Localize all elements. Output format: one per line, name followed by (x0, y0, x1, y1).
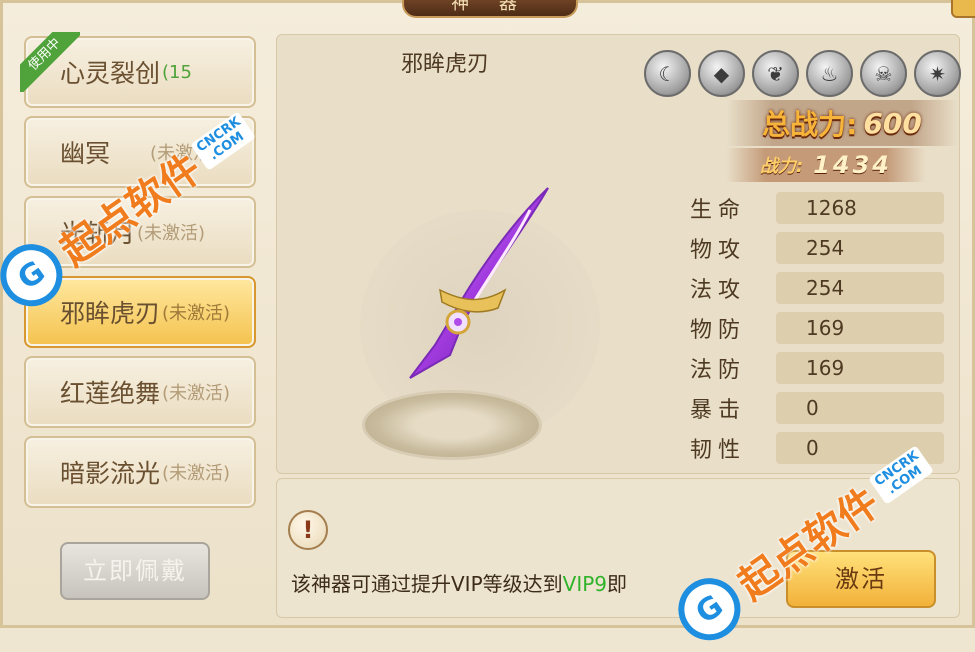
weapon-status: (未激活) (162, 383, 231, 404)
hint-suffix: 即 (607, 572, 628, 596)
weapon-title: 邪眸虎刃 (401, 52, 490, 77)
stat-row-physical-attack: 物攻 254 (690, 231, 944, 265)
weapon-list-item-4[interactable]: 邪眸虎刃 (未激活) (24, 276, 256, 348)
moon-element-icon[interactable]: ☾ (644, 50, 691, 97)
wear-now-button[interactable]: 立即佩戴 (60, 542, 210, 600)
dragon-element-icon[interactable]: ❦ (752, 50, 799, 97)
window-title: 神 器 (402, 0, 578, 18)
stat-label: 韧性 (690, 438, 747, 463)
activation-hint: 该神器可通过提升VIP等级达到VIP9即 (291, 568, 627, 597)
warning-icon: ! (288, 510, 328, 550)
in-use-badge: 使用中 (20, 32, 80, 92)
weapon-status: (未激活) (137, 223, 206, 244)
stat-label: 暴击 (690, 398, 747, 423)
stat-value: 169 (776, 312, 944, 344)
stat-label: 法攻 (690, 278, 747, 303)
weapon-status: (15 (162, 61, 192, 83)
stat-value: 0 (776, 432, 944, 464)
total-power-value: 600 (863, 106, 922, 140)
fire-element-icon[interactable]: ♨ (806, 50, 853, 97)
stat-value: 254 (776, 272, 944, 304)
stat-label: 法防 (690, 358, 747, 383)
stat-row-hp: 生命 1268 (690, 191, 944, 225)
weapon-list-item-2[interactable]: 幽冥 (未激活) (24, 116, 256, 188)
weapon-name: 红莲绝舞 (60, 379, 161, 408)
weapon-list-item-6[interactable]: 暗影流光 (未激活) (24, 436, 256, 508)
weapon-list-item-3[interactable]: 光斩月 (未激活) (24, 196, 256, 268)
stat-label: 物防 (690, 318, 747, 343)
beast-element-icon[interactable]: ✷ (914, 50, 961, 97)
crystal-element-icon[interactable]: ◆ (698, 50, 745, 97)
weapon-status: (未激活) (150, 143, 219, 164)
weapon-artwork-icon (409, 187, 549, 379)
weapon-status: (未激活) (162, 303, 231, 324)
stat-label: 物攻 (690, 238, 747, 263)
demon-mask-element-icon[interactable]: ☠ (860, 50, 907, 97)
weapon-name: 暗影流光 (60, 459, 161, 488)
stat-value: 1268 (776, 192, 944, 224)
stat-row-critical: 暴击 0 (690, 391, 944, 425)
weapon-name: 光斩月 (60, 219, 136, 248)
weapon-list-item-5[interactable]: 红莲绝舞 (未激活) (24, 356, 256, 428)
total-power-label: 总战力: (762, 108, 858, 141)
stat-value: 0 (776, 392, 944, 424)
stat-value: 169 (776, 352, 944, 384)
close-button[interactable] (951, 0, 975, 18)
total-power: 总战力: 600 (726, 100, 958, 146)
element-icons: ☾ ◆ ❦ ♨ ☠ ✷ (644, 50, 961, 97)
stat-value: 254 (776, 232, 944, 264)
weapon-status: (未激活) (162, 463, 231, 484)
power-value: 1434 (813, 151, 892, 179)
stat-row-physical-defense: 物防 169 (690, 311, 944, 345)
weapon-name: 邪眸虎刃 (60, 299, 161, 328)
stat-row-toughness: 韧性 0 (690, 431, 944, 465)
stat-row-magic-defense: 法防 169 (690, 351, 944, 385)
weapon-name: 幽冥 (60, 139, 111, 168)
hint-vip-level: VIP9 (562, 572, 608, 596)
power-label: 战力: (760, 156, 804, 177)
weapon-power: 战力: 1434 (726, 148, 926, 182)
hint-prefix: 该神器可通过提升VIP等级达到 (291, 572, 563, 596)
stat-row-magic-attack: 法攻 254 (690, 271, 944, 305)
weapon-pedestal (362, 390, 542, 460)
stat-label: 生命 (690, 198, 747, 223)
activate-button[interactable]: 激活 (786, 550, 936, 608)
